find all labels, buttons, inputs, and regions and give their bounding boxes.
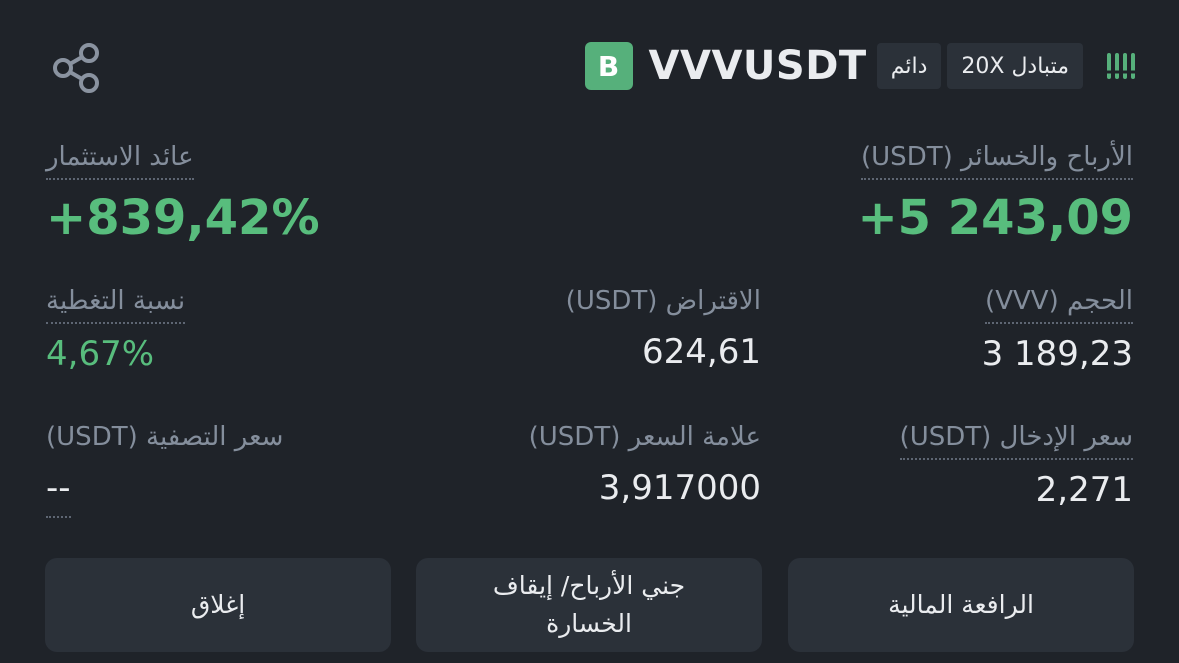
leverage-button[interactable]: الرافعة المالية [788, 558, 1134, 652]
share-icon [53, 43, 99, 93]
leverage-mode-tag: متبادل 20X [947, 43, 1083, 89]
mark-price-value: 3,917000 [598, 468, 761, 508]
entry-price-value: 2,271 [1035, 470, 1133, 510]
margin-ratio-value: 4,67% [46, 334, 155, 374]
pnl-value: +5 243,09 [857, 190, 1133, 246]
margin-ratio-block: نسبة التغطية 4,67% [46, 286, 186, 374]
margin-ratio-label[interactable]: نسبة التغطية [46, 286, 186, 324]
pnl-label[interactable]: الأرباح والخسائر (USDT) [861, 142, 1133, 180]
tp-sl-button-label-line1: جني الأرباح/ إيقاف [492, 571, 686, 600]
tp-sl-button-label-line2: الخسارة [546, 609, 632, 638]
close-button-label: إغلاق [190, 590, 246, 619]
pnl-block: الأرباح والخسائر (USDT) +5 243,09 [857, 142, 1133, 246]
roi-label[interactable]: عائد الاستثمار [46, 142, 194, 180]
margin-label: الاقتراض (USDT) [565, 286, 761, 316]
tp-sl-button[interactable]: جني الأرباح/ إيقاف الخسارة [416, 558, 762, 652]
size-block: الحجم (VVV) 3 189,23 [982, 286, 1133, 374]
mark-price-label: علامة السعر (USDT) [528, 422, 761, 452]
roi-value: +839,42% [46, 190, 320, 246]
size-label[interactable]: الحجم (VVV) [985, 286, 1133, 324]
close-position-button[interactable]: إغلاق [45, 558, 391, 652]
mark-price-block: علامة السعر (USDT) 3,917000 [529, 422, 761, 508]
entry-price-block: سعر الإدخال (USDT) 2,271 [899, 422, 1133, 510]
liq-price-block: سعر التصفية (USDT) -- [46, 422, 283, 518]
position-header: B VVVUSDT دائم متبادل 20X [584, 40, 1135, 92]
size-value: 3 189,23 [981, 334, 1133, 374]
entry-price-label[interactable]: سعر الإدخال (USDT) [899, 422, 1133, 460]
margin-block: الاقتراض (USDT) 624,61 [566, 286, 761, 372]
roi-block: عائد الاستثمار +839,42% [46, 142, 320, 246]
liq-price-label: سعر التصفية (USDT) [46, 422, 284, 452]
share-button[interactable] [44, 36, 108, 100]
signal-bars-icon [1103, 51, 1135, 81]
liq-price-value[interactable]: -- [46, 468, 71, 518]
side-badge: B [584, 42, 633, 90]
leverage-button-label: الرافعة المالية [888, 590, 1034, 619]
perpetual-tag: دائم [876, 43, 942, 89]
margin-value: 624,61 [642, 332, 761, 372]
symbol-title[interactable]: VVVUSDT [649, 43, 867, 89]
